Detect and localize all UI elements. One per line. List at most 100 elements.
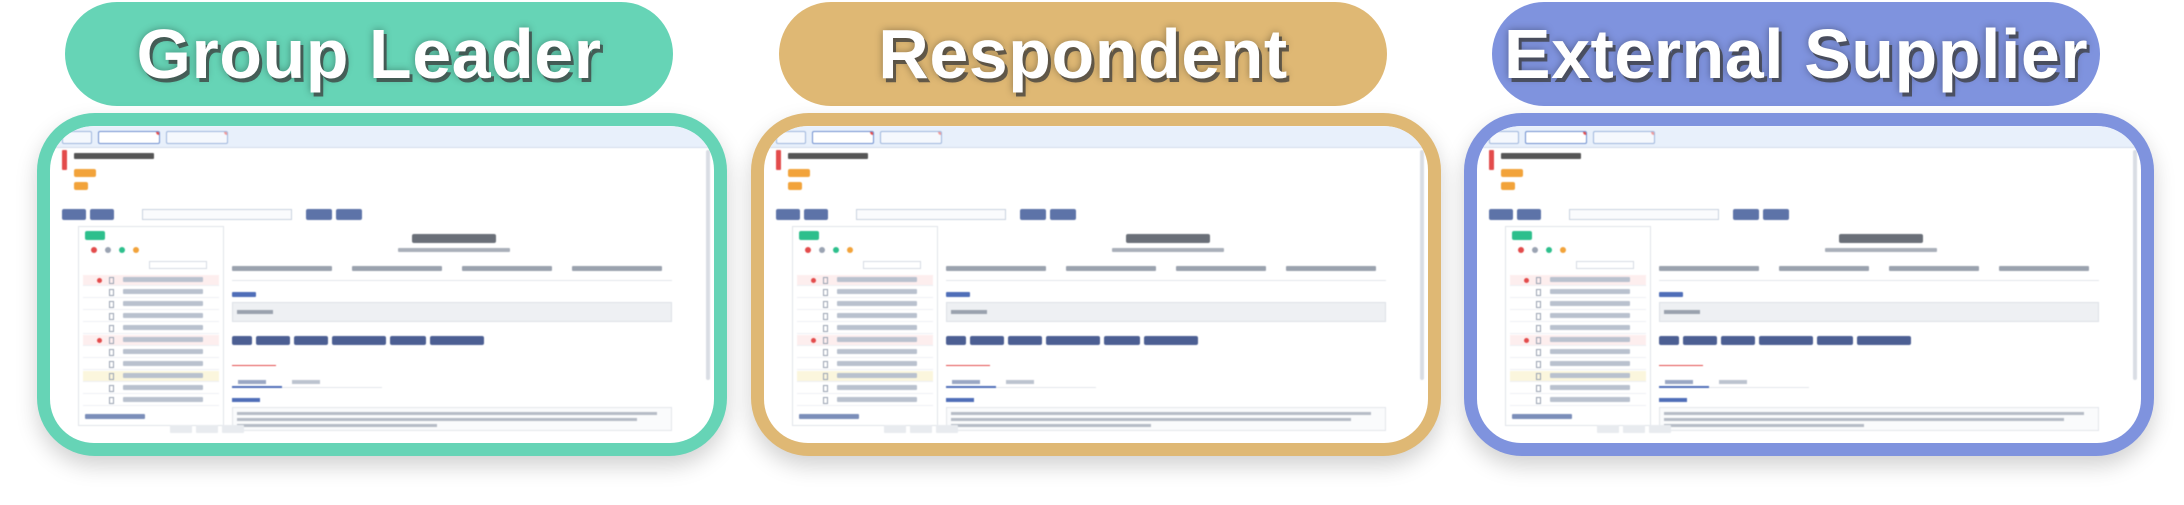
pagination[interactable] <box>1512 414 1572 419</box>
toolbar-button[interactable] <box>804 209 828 220</box>
list-item[interactable] <box>1510 371 1646 382</box>
search-button[interactable] <box>1733 209 1759 220</box>
list-item[interactable] <box>83 323 219 334</box>
pagination[interactable] <box>799 414 859 419</box>
tab-secondary[interactable] <box>1593 131 1655 144</box>
status-select[interactable] <box>232 357 276 366</box>
footer-button[interactable] <box>222 425 244 433</box>
list-item[interactable] <box>1510 359 1646 370</box>
search-button[interactable] <box>1020 209 1046 220</box>
action-button[interactable] <box>430 336 484 345</box>
list-filter-input[interactable] <box>1576 261 1634 269</box>
action-button[interactable] <box>1659 336 1679 345</box>
list-item[interactable] <box>1510 383 1646 394</box>
list-item[interactable] <box>797 275 933 286</box>
search-button[interactable] <box>306 209 332 220</box>
tab-active[interactable] <box>98 131 160 144</box>
list-item[interactable] <box>1510 347 1646 358</box>
footer-button[interactable] <box>936 425 958 433</box>
footer-button[interactable] <box>1649 425 1671 433</box>
status-select[interactable] <box>1659 357 1703 366</box>
tab-home[interactable] <box>1489 131 1519 144</box>
action-button[interactable] <box>390 336 426 345</box>
list-item[interactable] <box>83 335 219 346</box>
action-button[interactable] <box>332 336 386 345</box>
search-input[interactable] <box>1569 209 1719 220</box>
action-button[interactable] <box>1104 336 1140 345</box>
tab-secondary[interactable] <box>166 131 228 144</box>
list-item[interactable] <box>1510 287 1646 298</box>
action-button[interactable] <box>294 336 328 345</box>
list-item[interactable] <box>83 347 219 358</box>
footer-button[interactable] <box>884 425 906 433</box>
tab-active[interactable] <box>812 131 874 144</box>
list-item[interactable] <box>1510 323 1646 334</box>
scrollbar[interactable] <box>2133 150 2137 380</box>
list-item[interactable] <box>1510 311 1646 322</box>
footer-button[interactable] <box>196 425 218 433</box>
scrollbar[interactable] <box>1420 150 1424 380</box>
list-item[interactable] <box>1510 275 1646 286</box>
list-item[interactable] <box>797 323 933 334</box>
list-item[interactable] <box>797 335 933 346</box>
toolbar-button[interactable] <box>776 209 800 220</box>
action-button[interactable] <box>1144 336 1198 345</box>
list-item[interactable] <box>1510 299 1646 310</box>
list-item[interactable] <box>797 359 933 370</box>
toolbar-button[interactable] <box>90 209 114 220</box>
toolbar-button[interactable] <box>1489 209 1513 220</box>
list-item[interactable] <box>1510 395 1646 406</box>
list-item[interactable] <box>797 347 933 358</box>
list-item[interactable] <box>83 275 219 286</box>
footer-button[interactable] <box>910 425 932 433</box>
list-filter-input[interactable] <box>863 261 921 269</box>
list-item[interactable] <box>83 371 219 382</box>
list-item[interactable] <box>83 287 219 298</box>
list-item[interactable] <box>83 383 219 394</box>
action-button[interactable] <box>1683 336 1717 345</box>
toolbar-button[interactable] <box>62 209 86 220</box>
action-button[interactable] <box>1721 336 1755 345</box>
list-item[interactable] <box>797 287 933 298</box>
action-button[interactable] <box>970 336 1004 345</box>
status-select[interactable] <box>946 357 990 366</box>
footer-button[interactable] <box>170 425 192 433</box>
list-item[interactable] <box>83 359 219 370</box>
list-item[interactable] <box>83 311 219 322</box>
list-item[interactable] <box>83 299 219 310</box>
footer-button[interactable] <box>1623 425 1645 433</box>
action-button[interactable] <box>1008 336 1042 345</box>
tab-home[interactable] <box>776 131 806 144</box>
list-item[interactable] <box>797 371 933 382</box>
pagination[interactable] <box>85 414 145 419</box>
tab-secondary[interactable] <box>880 131 942 144</box>
action-button[interactable] <box>946 336 966 345</box>
list-item[interactable] <box>797 395 933 406</box>
reset-button[interactable] <box>336 209 362 220</box>
action-button[interactable] <box>232 336 252 345</box>
action-button[interactable] <box>1046 336 1100 345</box>
list-item[interactable] <box>83 395 219 406</box>
search-input[interactable] <box>856 209 1006 220</box>
list-filter-input[interactable] <box>149 261 207 269</box>
list-item[interactable] <box>797 299 933 310</box>
toolbar-button[interactable] <box>1517 209 1541 220</box>
meta-field <box>352 266 442 271</box>
search-input[interactable] <box>142 209 292 220</box>
tab-active[interactable] <box>1525 131 1587 144</box>
document-icon <box>823 289 828 296</box>
action-button[interactable] <box>256 336 290 345</box>
list-item[interactable] <box>797 383 933 394</box>
list-item[interactable] <box>1510 335 1646 346</box>
tab-home[interactable] <box>62 131 92 144</box>
scrollbar[interactable] <box>706 150 710 380</box>
reset-button[interactable] <box>1763 209 1789 220</box>
document-icon <box>1536 373 1541 380</box>
list-item[interactable] <box>797 311 933 322</box>
footer-button[interactable] <box>1597 425 1619 433</box>
document-icon <box>109 277 114 284</box>
action-button[interactable] <box>1817 336 1853 345</box>
action-button[interactable] <box>1759 336 1813 345</box>
reset-button[interactable] <box>1050 209 1076 220</box>
action-button[interactable] <box>1857 336 1911 345</box>
